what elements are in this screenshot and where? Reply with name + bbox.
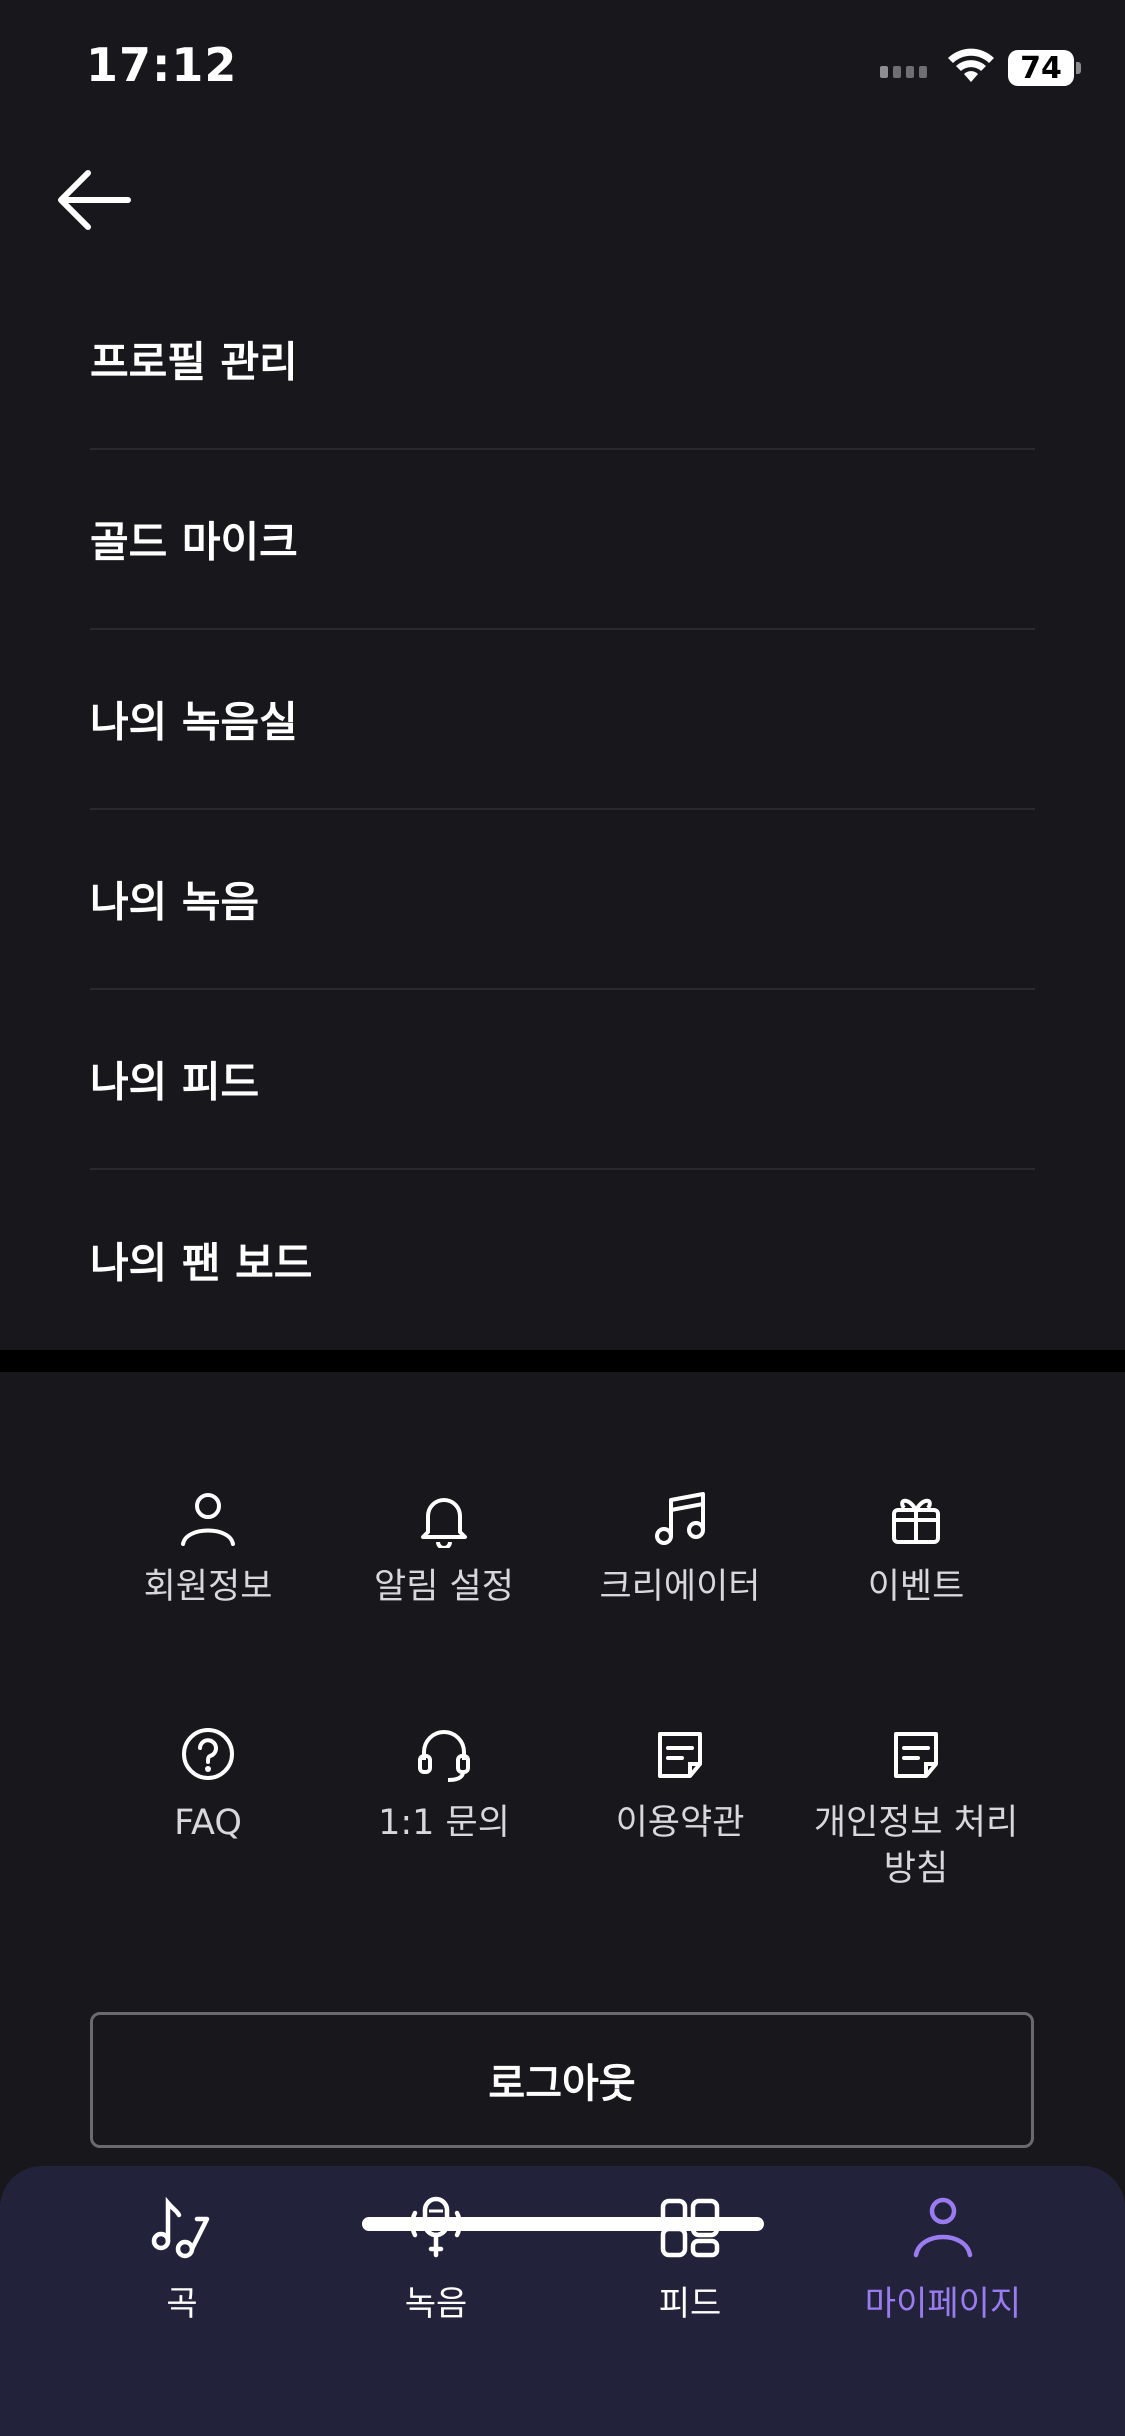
menu-item-profile[interactable]: 프로필 관리 bbox=[90, 270, 1035, 450]
shortcut-notification-settings[interactable]: 알림 설정 bbox=[326, 1484, 562, 1610]
menu-item-label: 나의 녹음실 bbox=[90, 697, 298, 747]
menu-item-my-feed[interactable]: 나의 피드 bbox=[90, 990, 1035, 1170]
nav-label: 마이페이지 bbox=[864, 2284, 1022, 2324]
arrow-left-icon bbox=[58, 170, 131, 230]
battery-nub bbox=[1076, 62, 1081, 74]
cellular-signal-icon bbox=[880, 66, 927, 78]
menu-item-label: 프로필 관리 bbox=[90, 337, 298, 387]
shortcut-label: 크리에이터 bbox=[599, 1567, 761, 1607]
shortcut-label: FAQ bbox=[174, 1803, 242, 1843]
shortcut-label: 개인정보 처리방침 bbox=[813, 1803, 1019, 1889]
shortcut-label: 이용약관 bbox=[615, 1803, 745, 1843]
nav-tab-songs[interactable]: 곡 bbox=[82, 2192, 282, 2325]
person-icon bbox=[913, 2197, 973, 2258]
nav-tab-mypage[interactable]: 마이페이지 bbox=[843, 2192, 1043, 2325]
document-icon bbox=[658, 1732, 702, 1778]
nav-label: 곡 bbox=[166, 2284, 198, 2324]
nav-label: 녹음 bbox=[404, 2284, 468, 2324]
shortcut-inquiry[interactable]: 1:1 문의 bbox=[326, 1720, 562, 1846]
shortcut-label: 1:1 문의 bbox=[378, 1803, 510, 1843]
person-icon bbox=[181, 1493, 235, 1546]
wifi-icon bbox=[948, 48, 994, 82]
status-time: 17:12 bbox=[86, 38, 238, 92]
music-note-icon bbox=[655, 1492, 705, 1545]
status-bar: 17:12 74 bbox=[0, 0, 1125, 140]
shortcut-faq[interactable]: FAQ bbox=[90, 1720, 326, 1846]
music-notes-icon bbox=[151, 2196, 210, 2259]
nav-label: 피드 bbox=[658, 2284, 722, 2324]
section-divider bbox=[0, 1350, 1125, 1372]
menu-item-fan-board[interactable]: 나의 팬 보드 bbox=[90, 1170, 1035, 1350]
nav-tab-recording[interactable]: 녹음 bbox=[336, 2192, 536, 2325]
menu-item-label: 골드 마이크 bbox=[90, 517, 298, 567]
bottom-nav: 곡 녹음 피드 마이페이지 bbox=[0, 2166, 1125, 2436]
document-icon bbox=[894, 1732, 938, 1778]
battery-icon: 74 bbox=[1008, 50, 1074, 86]
shortcut-label: 알림 설정 bbox=[374, 1567, 514, 1607]
shortcut-member-info[interactable]: 회원정보 bbox=[90, 1484, 326, 1610]
nav-tab-feed[interactable]: 피드 bbox=[590, 2192, 790, 2325]
bell-icon bbox=[421, 1498, 467, 1548]
back-button[interactable] bbox=[56, 165, 136, 235]
battery-level: 74 bbox=[1020, 50, 1062, 86]
shortcut-creator[interactable]: 크리에이터 bbox=[562, 1484, 798, 1610]
headset-icon bbox=[418, 1730, 470, 1782]
logout-button[interactable]: 로그아웃 bbox=[90, 2012, 1034, 2148]
menu-item-label: 나의 녹음 bbox=[90, 877, 260, 927]
menu-item-my-studio[interactable]: 나의 녹음실 bbox=[90, 630, 1035, 810]
menu-item-gold-mic[interactable]: 골드 마이크 bbox=[90, 450, 1035, 630]
menu-item-label: 나의 피드 bbox=[90, 1057, 260, 1107]
gift-icon bbox=[892, 1498, 940, 1544]
shortcut-privacy-policy[interactable]: 개인정보 처리방침 bbox=[798, 1720, 1034, 1892]
home-indicator bbox=[362, 2217, 764, 2231]
shortcut-terms[interactable]: 이용약관 bbox=[562, 1720, 798, 1846]
question-icon bbox=[182, 1728, 234, 1780]
shortcut-label: 이벤트 bbox=[867, 1567, 965, 1607]
shortcut-event[interactable]: 이벤트 bbox=[798, 1484, 1034, 1610]
menu-item-my-recordings[interactable]: 나의 녹음 bbox=[90, 810, 1035, 990]
menu-item-label: 나의 팬 보드 bbox=[90, 1238, 313, 1288]
shortcut-label: 회원정보 bbox=[143, 1567, 273, 1607]
